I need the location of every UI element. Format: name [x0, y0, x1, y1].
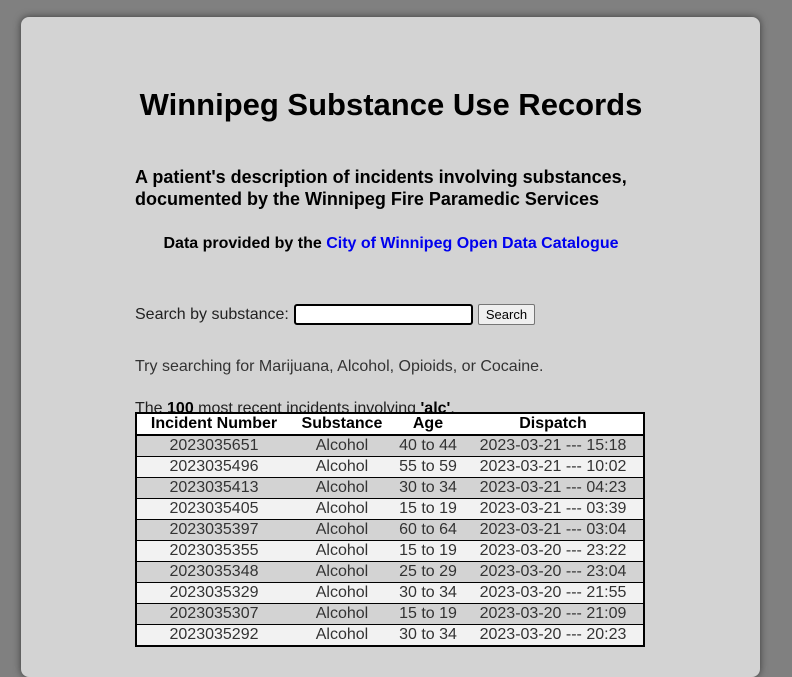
cell-age: 60 to 64	[393, 519, 463, 541]
header-age: Age	[393, 413, 463, 436]
cell-substance: Alcohol	[291, 434, 393, 457]
cell-incident-number: 2023035496	[136, 456, 291, 478]
cell-age: 40 to 44	[393, 434, 463, 457]
cell-age: 30 to 34	[393, 582, 463, 604]
table-body: 2023035651 Alcohol 40 to 44 2023-03-21 --- …	[136, 434, 644, 646]
open-data-catalogue-link[interactable]: City of Winnipeg Open Data Catalogue	[326, 235, 618, 252]
table-row: 2023035348 Alcohol 25 to 29 2023-03-20 --- …	[136, 561, 644, 583]
cell-age: 15 to 19	[393, 603, 463, 625]
cell-incident-number: 2023035397	[136, 519, 291, 541]
cell-dispatch: 2023-03-20 --- 21:09	[463, 603, 644, 625]
cell-age: 15 to 19	[393, 540, 463, 562]
cell-substance: Alcohol	[291, 603, 393, 625]
header-incident-number: Incident Number	[136, 413, 291, 436]
cell-substance: Alcohol	[291, 498, 393, 520]
table-row: 2023035397 Alcohol 60 to 64 2023-03-21 --- …	[136, 519, 644, 541]
data-credit: Data provided by the City of Winnipeg Op…	[135, 235, 647, 253]
page-title: Winnipeg Substance Use Records	[139, 87, 643, 122]
cell-dispatch: 2023-03-20 --- 23:04	[463, 561, 644, 583]
table-row: 2023035329 Alcohol 30 to 34 2023-03-20 --- …	[136, 582, 644, 604]
cell-incident-number: 2023035348	[136, 561, 291, 583]
table-row: 2023035355 Alcohol 15 to 19 2023-03-20 --- …	[136, 540, 644, 562]
cell-dispatch: 2023-03-20 --- 21:55	[463, 582, 644, 604]
search-hint: Try searching for Marijuana, Alcohol, Op…	[135, 358, 544, 375]
cell-substance: Alcohol	[291, 477, 393, 499]
cell-age: 55 to 59	[393, 456, 463, 478]
cell-dispatch: 2023-03-20 --- 20:23	[463, 624, 644, 646]
substance-search-input[interactable]	[293, 304, 473, 325]
cell-dispatch: 2023-03-21 --- 15:18	[463, 434, 644, 457]
cell-substance: Alcohol	[291, 582, 393, 604]
incidents-table: Incident Number Substance Age Dispatch 2…	[135, 412, 645, 647]
cell-incident-number: 2023035329	[136, 582, 291, 604]
main-panel: Winnipeg Substance Use Records A patient…	[21, 17, 760, 677]
cell-incident-number: 2023035405	[136, 498, 291, 520]
cell-substance: Alcohol	[291, 540, 393, 562]
table-row: 2023035651 Alcohol 40 to 44 2023-03-21 --- …	[136, 434, 644, 457]
cell-dispatch: 2023-03-21 --- 10:02	[463, 456, 644, 478]
cell-substance: Alcohol	[291, 624, 393, 646]
cell-incident-number: 2023035413	[136, 477, 291, 499]
cell-substance: Alcohol	[291, 456, 393, 478]
table-header-row: Incident Number Substance Age Dispatch	[136, 413, 644, 436]
table-row: 2023035496 Alcohol 55 to 59 2023-03-21 --- …	[136, 456, 644, 478]
cell-dispatch: 2023-03-21 --- 03:39	[463, 498, 644, 520]
search-label: Search by substance:	[135, 305, 289, 323]
cell-dispatch: 2023-03-20 --- 23:22	[463, 540, 644, 562]
table-row: 2023035307 Alcohol 15 to 19 2023-03-20 --- …	[136, 603, 644, 625]
cell-incident-number: 2023035651	[136, 434, 291, 457]
search-form: Search by substance: Search	[135, 304, 536, 325]
credit-prefix: Data provided by the	[163, 235, 327, 252]
cell-incident-number: 2023035307	[136, 603, 291, 625]
cell-substance: Alcohol	[291, 519, 393, 541]
search-button[interactable]: Search	[477, 304, 536, 325]
cell-incident-number: 2023035355	[136, 540, 291, 562]
cell-age: 30 to 34	[393, 624, 463, 646]
cell-age: 15 to 19	[393, 498, 463, 520]
cell-age: 25 to 29	[393, 561, 463, 583]
table-row: 2023035292 Alcohol 30 to 34 2023-03-20 --- …	[136, 624, 644, 646]
cell-dispatch: 2023-03-21 --- 04:23	[463, 477, 644, 499]
page-subtitle: A patient's description of incidents inv…	[135, 167, 627, 209]
header-dispatch: Dispatch	[463, 413, 644, 436]
cell-age: 30 to 34	[393, 477, 463, 499]
table-row: 2023035405 Alcohol 15 to 19 2023-03-21 --- …	[136, 498, 644, 520]
cell-incident-number: 2023035292	[136, 624, 291, 646]
cell-substance: Alcohol	[291, 561, 393, 583]
header-substance: Substance	[291, 413, 393, 436]
cell-dispatch: 2023-03-21 --- 03:04	[463, 519, 644, 541]
table-row: 2023035413 Alcohol 30 to 34 2023-03-21 --- …	[136, 477, 644, 499]
